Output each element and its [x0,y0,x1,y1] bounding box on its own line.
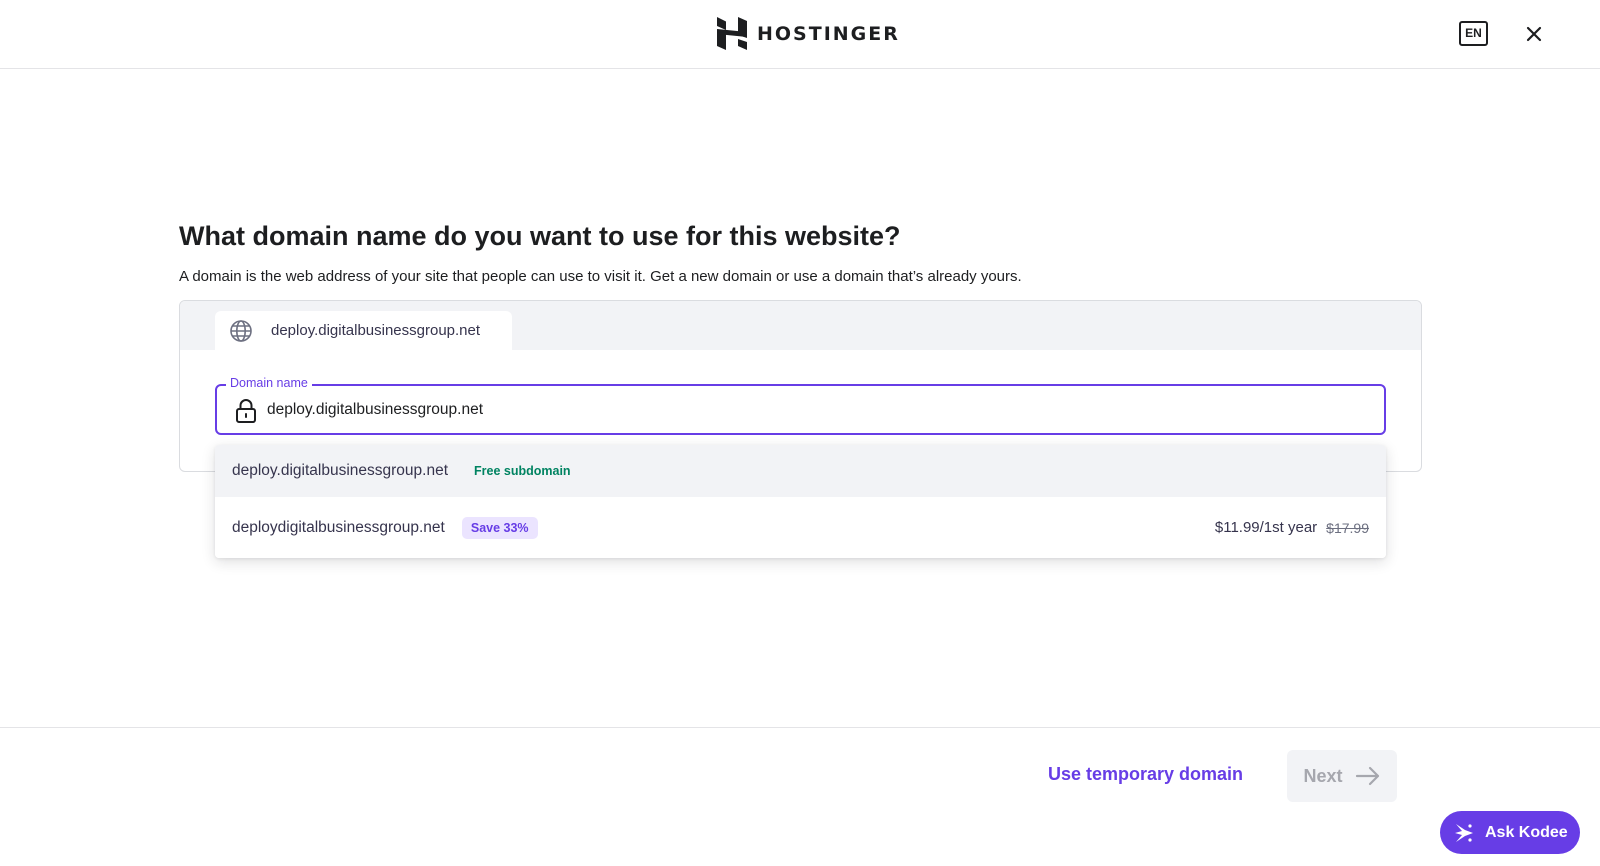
card-tab-bar: deploy.digitalbusinessgroup.net [180,301,1421,350]
domain-name-label: Domain name [226,376,312,390]
close-icon [1526,26,1542,42]
arrow-right-icon [1355,766,1379,786]
page-title: What domain name do you want to use for … [179,221,901,251]
save-badge: Save 33% [461,516,538,539]
language-button[interactable]: EN [1459,21,1488,46]
next-button-label: Next [1303,765,1343,786]
free-subdomain-badge: Free subdomain [474,464,571,478]
page-subtitle: A domain is the web address of your site… [179,268,1022,285]
brand-name: HOSTINGER [757,22,900,45]
globe-icon [230,319,252,342]
kodee-sparkle-icon [1455,823,1473,842]
hostinger-logo[interactable]: HOSTINGER [717,17,900,50]
suggestion-item-subdomain[interactable]: deploy.digitalbusinessgroup.net Free sub… [215,445,1386,497]
hostinger-logo-icon [717,17,747,50]
suggestion-name: deploydigitalbusinessgroup.net [232,518,445,536]
next-button[interactable]: Next [1287,750,1397,802]
price-original: $17.99 [1326,519,1369,536]
suggestion-name: deploy.digitalbusinessgroup.net [232,462,449,479]
ask-kodee-label: Ask Kodee [1485,823,1568,841]
footer-divider [0,727,1600,728]
price-current: $11.99/1st year [1214,519,1318,536]
suggestion-price: $11.99/1st year $17.99 [1215,497,1369,558]
top-bar: HOSTINGER EN [0,0,1600,69]
tab-existing-domain[interactable]: deploy.digitalbusinessgroup.net [215,311,512,350]
close-button[interactable] [1522,22,1546,46]
domain-suggestions-dropdown: deploy.digitalbusinessgroup.net Free sub… [215,445,1386,558]
domain-name-input[interactable] [267,396,1367,424]
tab-label: deploy.digitalbusinessgroup.net [271,322,481,339]
use-temporary-domain-link[interactable]: Use temporary domain [1048,764,1243,785]
lock-icon [236,399,256,423]
suggestion-item-domain[interactable]: deploydigitalbusinessgroup.net Save 33% … [215,497,1386,558]
ask-kodee-button[interactable]: Ask Kodee [1440,811,1580,854]
domain-name-field[interactable]: Domain name [215,376,1386,435]
